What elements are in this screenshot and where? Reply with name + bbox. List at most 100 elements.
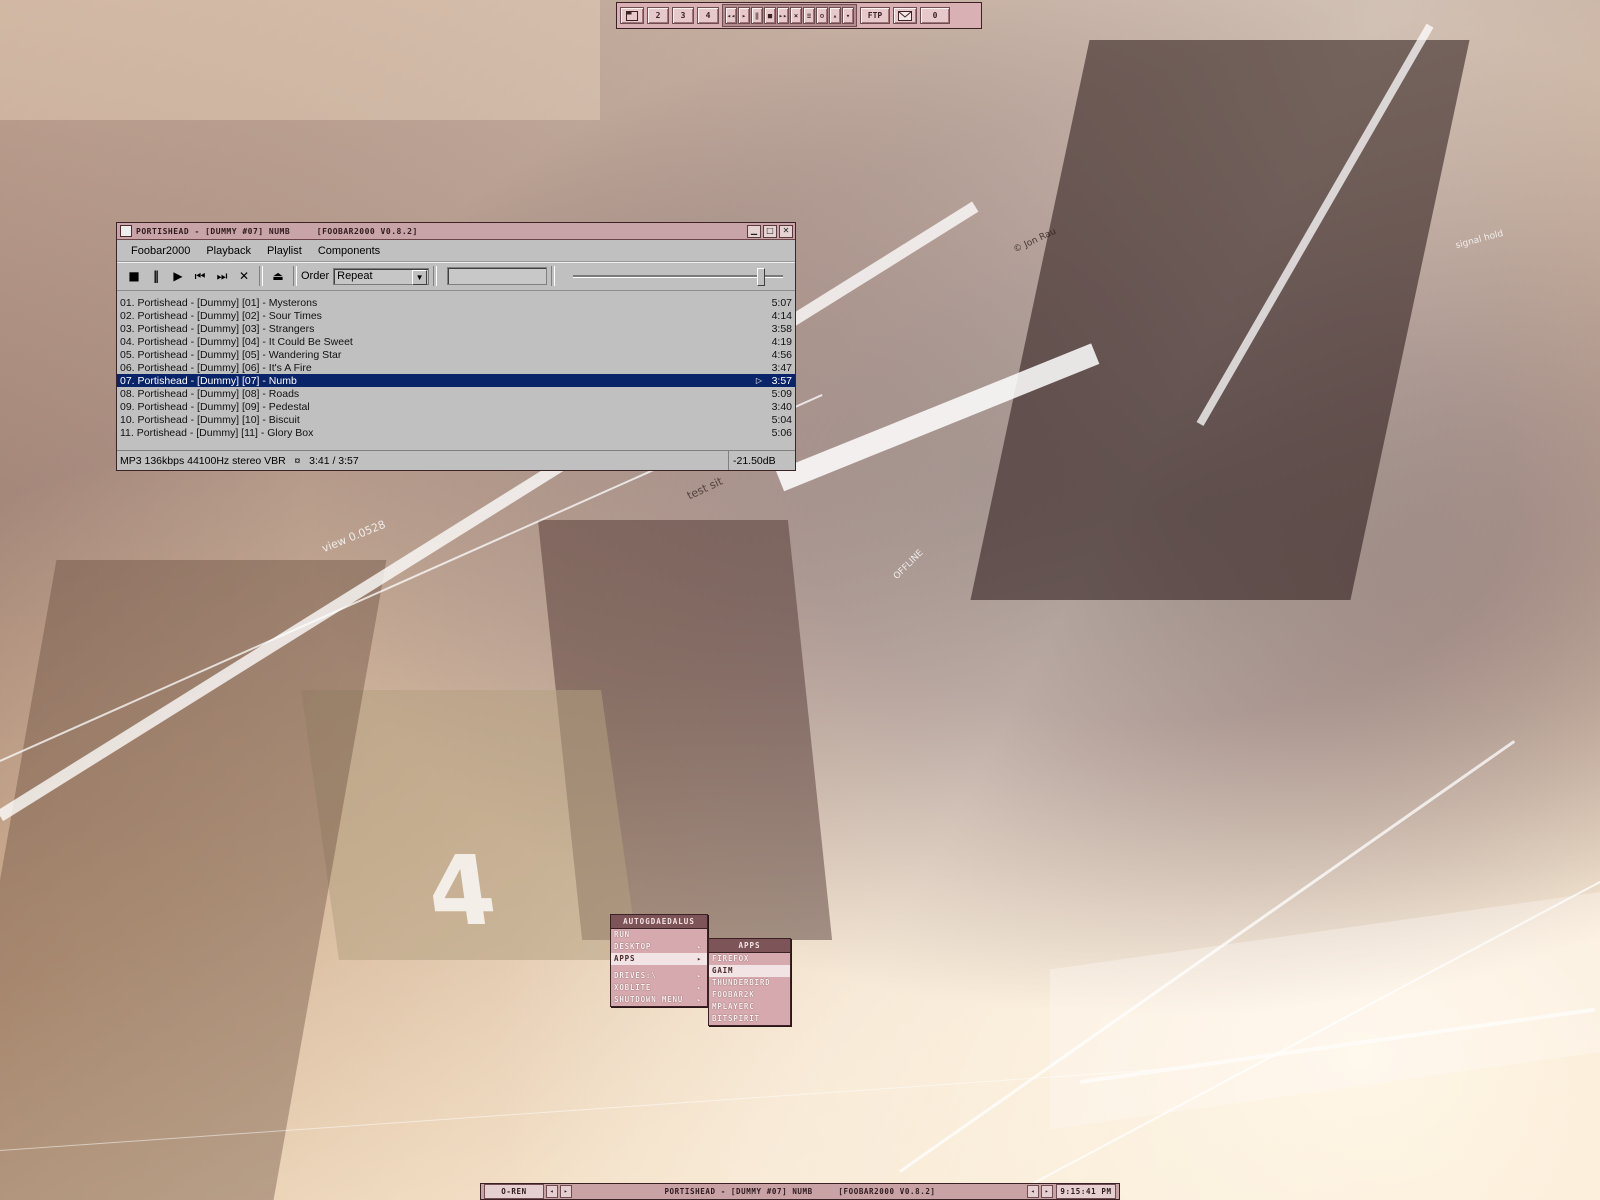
wallpaper-text: OFFLINE bbox=[891, 548, 926, 582]
menu-item-gaim[interactable]: GAIM bbox=[709, 965, 790, 977]
mail-count: 0 bbox=[920, 7, 950, 24]
order-dropdown[interactable]: Repeat ▼ bbox=[333, 267, 430, 285]
playlist-row[interactable]: 01. Portishead - [Dummy] [01] - Mysteron… bbox=[117, 296, 795, 309]
track-title: 07. Portishead - [Dummy] [07] - Numb bbox=[120, 374, 297, 387]
track-title: 11. Portishead - [Dummy] [11] - Glory Bo… bbox=[120, 426, 314, 439]
window-icon bbox=[626, 10, 638, 21]
track-title: 06. Portishead - [Dummy] [06] - It's A F… bbox=[120, 361, 312, 374]
forward-icon[interactable]: ▸▸ bbox=[777, 7, 789, 24]
menu-item-drives[interactable]: DRIVES:\ ▸ bbox=[611, 970, 707, 982]
minimize-icon[interactable]: ▁ bbox=[747, 224, 761, 238]
start-menu: AUTOGDAEDALUS RUN DESKTOP ▸ APPS ▸ DRIVES:… bbox=[610, 914, 708, 1007]
playlist-row[interactable]: 07. Portishead - [Dummy] [07] - Numb ▷ 3:5… bbox=[117, 374, 795, 387]
stop-icon[interactable]: ■ bbox=[123, 266, 145, 286]
desktop-1-button[interactable] bbox=[620, 7, 644, 24]
playlist-row[interactable]: 08. Portishead - [Dummy] [08] - Roads 5:0… bbox=[117, 387, 795, 400]
clock: 9:15:41 PM bbox=[1056, 1184, 1116, 1199]
playlist-row[interactable]: 02. Portishead - [Dummy] [02] - Sour Tim… bbox=[117, 309, 795, 322]
track-duration: 3:40 bbox=[771, 400, 792, 413]
track-title: 02. Portishead - [Dummy] [02] - Sour Tim… bbox=[120, 309, 322, 322]
track-title: 08. Portishead - [Dummy] [08] - Roads bbox=[120, 387, 300, 400]
volume-up-icon[interactable]: ▴ bbox=[829, 7, 841, 24]
volume-slider[interactable] bbox=[573, 266, 784, 286]
now-playing-icon: ▷ bbox=[755, 376, 763, 385]
random-icon[interactable]: × bbox=[790, 7, 802, 24]
playlist-row[interactable]: 06. Portishead - [Dummy] [06] - It's A F… bbox=[117, 361, 795, 374]
previous-icon[interactable]: ⏮ bbox=[189, 266, 211, 286]
track-duration: 5:09 bbox=[771, 387, 792, 400]
rewind-icon[interactable]: ◂◂ bbox=[725, 7, 737, 24]
next-workspace-icon[interactable]: ▸ bbox=[560, 1185, 572, 1198]
pause-icon[interactable]: ‖ bbox=[145, 266, 167, 286]
playlist-row[interactable]: 04. Portishead - [Dummy] [04] - It Could… bbox=[117, 335, 795, 348]
maximize-icon[interactable]: □ bbox=[763, 224, 777, 238]
menu-item-bitspirit[interactable]: BITSPIRIT bbox=[709, 1013, 790, 1025]
seek-bar[interactable] bbox=[447, 267, 548, 285]
menu-components[interactable]: Components bbox=[310, 245, 388, 257]
volume-down-icon[interactable]: ▾ bbox=[842, 7, 854, 24]
playlist-row[interactable]: 05. Portishead - [Dummy] [05] - Wanderin… bbox=[117, 348, 795, 361]
toolbar-separator bbox=[259, 266, 263, 286]
volume-thumb[interactable] bbox=[757, 268, 766, 286]
menu-item-xoblite[interactable]: XOBLITE ▸ bbox=[611, 982, 707, 994]
track-duration: 3:47 bbox=[771, 361, 792, 374]
media-controls: ◂◂ ▸ ‖ ■ ▸▸ × ≡ ⚙ ▴ ▾ bbox=[722, 4, 857, 27]
random-icon[interactable]: ✕ bbox=[233, 266, 255, 286]
prev-task-icon[interactable]: ◂ bbox=[1027, 1185, 1039, 1198]
bottom-taskbar: O-REN ◂ ▸ PORTISHEAD - [DUMMY #07] NUMB … bbox=[480, 1183, 1120, 1200]
playlist-row[interactable]: 10. Portishead - [Dummy] [10] - Biscuit 5… bbox=[117, 413, 795, 426]
menu-item-mplayerc[interactable]: MPLAYERC bbox=[709, 1001, 790, 1013]
status-bar: MP3 136kbps 44100Hz stereo VBR ¤ 3:41 / … bbox=[117, 450, 795, 470]
chevron-down-icon[interactable]: ▼ bbox=[412, 269, 428, 285]
play-icon[interactable]: ▸ bbox=[738, 7, 750, 24]
menu-playlist[interactable]: Playlist bbox=[259, 245, 310, 257]
menu-item-thunderbird[interactable]: THUNDERBIRD bbox=[709, 977, 790, 989]
menu-item-run[interactable]: RUN bbox=[611, 929, 707, 941]
active-task[interactable]: PORTISHEAD - [DUMMY #07] NUMB [FOOBAR200… bbox=[575, 1185, 1025, 1198]
pause-icon[interactable]: ‖ bbox=[751, 7, 763, 24]
eject-icon[interactable]: ⏏ bbox=[267, 266, 289, 286]
prev-workspace-icon[interactable]: ◂ bbox=[546, 1185, 558, 1198]
desktop-3-button[interactable]: 3 bbox=[672, 7, 694, 24]
menu-item-firefox[interactable]: FIREFOX bbox=[709, 953, 790, 965]
playlist-row[interactable]: 03. Portishead - [Dummy] [03] - Stranger… bbox=[117, 322, 795, 335]
playlist-row[interactable]: 09. Portishead - [Dummy] [09] - Pedestal… bbox=[117, 400, 795, 413]
toolbar-separator bbox=[551, 266, 556, 286]
status-text: MP3 136kbps 44100Hz stereo VBR ¤ 3:41 / … bbox=[117, 451, 729, 470]
desktop-2-button[interactable]: 2 bbox=[647, 7, 669, 24]
app-icon[interactable] bbox=[120, 225, 132, 237]
desktop-4-button[interactable]: 4 bbox=[697, 7, 719, 24]
close-icon[interactable]: ✕ bbox=[779, 224, 793, 238]
track-duration: 5:04 bbox=[771, 413, 792, 426]
playlist-row[interactable]: 11. Portishead - [Dummy] [11] - Glory Bo… bbox=[117, 426, 795, 439]
wallpaper-text: view 0.0528 bbox=[320, 517, 388, 556]
mail-icon[interactable] bbox=[893, 7, 917, 24]
menu-playback[interactable]: Playback bbox=[198, 245, 259, 257]
chevron-right-icon: ▸ bbox=[696, 943, 702, 951]
playback-toolbar: ■ ‖ ▶ ⏮ ⏭ ✕ ⏏ Order Repeat ▼ bbox=[117, 262, 795, 291]
stop-icon[interactable]: ■ bbox=[764, 7, 776, 24]
playlist-icon[interactable]: ≡ bbox=[803, 7, 815, 24]
title-bar[interactable]: PORTISHEAD - [DUMMY #07] NUMB [FOOBAR200… bbox=[117, 223, 795, 240]
track-title: 01. Portishead - [Dummy] [01] - Mysteron… bbox=[120, 296, 318, 309]
menu-item-shutdown[interactable]: SHUTDOWN MENU ▸ bbox=[611, 994, 707, 1006]
menu-foobar2000[interactable]: Foobar2000 bbox=[123, 245, 198, 257]
menu-item-desktop[interactable]: DESKTOP ▸ bbox=[611, 941, 707, 953]
foobar-window: PORTISHEAD - [DUMMY #07] NUMB [FOOBAR200… bbox=[116, 222, 796, 471]
chevron-right-icon: ▸ bbox=[696, 996, 702, 1004]
menu-item-apps[interactable]: APPS ▸ bbox=[611, 953, 707, 965]
track-title: 09. Portishead - [Dummy] [09] - Pedestal bbox=[120, 400, 310, 413]
replay-gain: -21.50dB bbox=[733, 454, 776, 467]
playlist-view[interactable]: 01. Portishead - [Dummy] [01] - Mysteron… bbox=[117, 291, 795, 446]
next-task-icon[interactable]: ▸ bbox=[1041, 1185, 1053, 1198]
menu-bar: Foobar2000 Playback Playlist Components bbox=[117, 240, 795, 262]
next-icon[interactable]: ⏭ bbox=[211, 266, 233, 286]
play-icon[interactable]: ▶ bbox=[167, 266, 189, 286]
menu-item-foobar2k[interactable]: FOOBAR2K bbox=[709, 989, 790, 1001]
workspace-label[interactable]: O-REN bbox=[484, 1184, 544, 1199]
ftp-button[interactable]: FTP bbox=[860, 7, 890, 24]
settings-icon[interactable]: ⚙ bbox=[816, 7, 828, 24]
track-title: 03. Portishead - [Dummy] [03] - Stranger… bbox=[120, 322, 315, 335]
track-title: 10. Portishead - [Dummy] [10] - Biscuit bbox=[120, 413, 300, 426]
top-taskbar: 2 3 4 ◂◂ ▸ ‖ ■ ▸▸ × ≡ ⚙ ▴ ▾ FTP 0 bbox=[616, 2, 982, 29]
